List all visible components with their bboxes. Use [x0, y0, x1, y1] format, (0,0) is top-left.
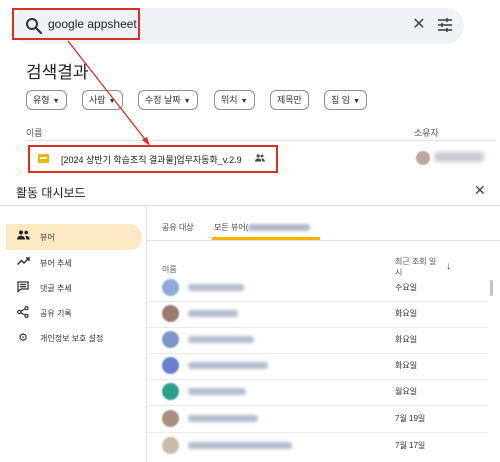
last-viewed: 수요일	[395, 283, 418, 292]
table-row: 화요일	[148, 299, 488, 328]
viewer-name-redacted	[188, 284, 244, 291]
avatar	[162, 357, 179, 374]
viewer-name-redacted	[188, 310, 238, 317]
owner-name-redacted	[434, 152, 484, 162]
sidebar-item-viewers[interactable]: 뷰어	[6, 224, 142, 250]
chevron-down-icon: ▼	[108, 98, 116, 105]
sidebar-item-comment-trend[interactable]: 댓글 추세	[6, 275, 142, 301]
viewer-name-redacted	[188, 442, 292, 449]
table-row: 수요일	[148, 273, 488, 302]
redacted-text	[248, 224, 311, 232]
tab-shared-with[interactable]: 공유 대상	[162, 222, 194, 233]
last-viewed: 화요일	[395, 361, 418, 370]
chevron-down-icon: ▼	[353, 98, 360, 105]
divider	[26, 140, 496, 141]
avatar	[162, 437, 179, 454]
column-header-owner: 소유자	[414, 128, 439, 138]
table-row: 화요일	[148, 351, 488, 380]
divider	[147, 240, 500, 241]
trending-up-icon	[16, 256, 30, 270]
filter-chip-type[interactable]: 유형 ▼	[26, 90, 67, 110]
comment-icon	[16, 281, 30, 295]
sidebar-item-viewer-trend[interactable]: 뷰어 추세	[6, 250, 142, 276]
people-icon	[16, 230, 30, 244]
filter-chip-more[interactable]: 칩 임 ▼	[324, 90, 367, 110]
avatar	[162, 305, 179, 322]
last-viewed: 화요일	[395, 335, 418, 344]
chevron-down-icon: ▼	[52, 98, 60, 105]
viewer-name-redacted	[188, 336, 254, 343]
search-highlight-box	[12, 8, 140, 40]
avatar	[416, 151, 430, 165]
filter-chip-location[interactable]: 위치 ▼	[214, 90, 255, 110]
avatar	[162, 410, 179, 427]
last-viewed: 7월 17일	[395, 441, 426, 450]
divider	[0, 205, 500, 206]
avatar	[162, 383, 179, 400]
viewer-name-redacted	[188, 415, 258, 422]
sidebar-item-share-history[interactable]: 공유 기록	[6, 300, 142, 326]
scrollbar[interactable]	[490, 280, 493, 296]
avatar	[162, 331, 179, 348]
arrow-down-icon[interactable]: ↓	[446, 261, 451, 272]
last-viewed: 화요일	[395, 309, 418, 318]
chevron-down-icon: ▼	[240, 98, 248, 105]
dashboard-title: 활동 대시보드	[16, 186, 86, 200]
close-icon[interactable]: ✕	[410, 16, 428, 34]
last-viewed: 7월 19일	[395, 414, 426, 423]
viewer-name-redacted	[188, 362, 268, 369]
table-row: 월요일	[148, 377, 488, 406]
chevron-down-icon: ▼	[183, 98, 191, 105]
sidebar-item-privacy-settings[interactable]: ⚙ 개인정보 보호 설정	[6, 325, 142, 351]
tune-icon[interactable]	[436, 16, 454, 34]
table-row: 화요일	[148, 325, 488, 354]
share-icon	[16, 306, 30, 320]
gear-icon: ⚙	[18, 332, 28, 344]
column-header-name[interactable]: 이름	[26, 126, 43, 139]
avatar	[162, 279, 179, 296]
table-row: 7월 19일	[148, 404, 488, 433]
viewer-name-redacted	[188, 388, 246, 395]
table-row: 7월 17일	[148, 431, 488, 460]
filter-chip-modified[interactable]: 수정 날짜 ▼	[138, 90, 198, 110]
last-viewed: 월요일	[395, 387, 418, 396]
divider	[146, 206, 147, 462]
filter-chip-title-only[interactable]: 제목만	[270, 90, 309, 110]
filter-chip-people[interactable]: 사람 ▼	[82, 90, 123, 110]
results-title: 검색결과	[26, 63, 89, 82]
close-icon[interactable]: ✕	[474, 182, 486, 199]
file-highlight-box	[28, 145, 278, 173]
tab-all-viewers[interactable]: 모든 뷰어(	[214, 222, 311, 233]
